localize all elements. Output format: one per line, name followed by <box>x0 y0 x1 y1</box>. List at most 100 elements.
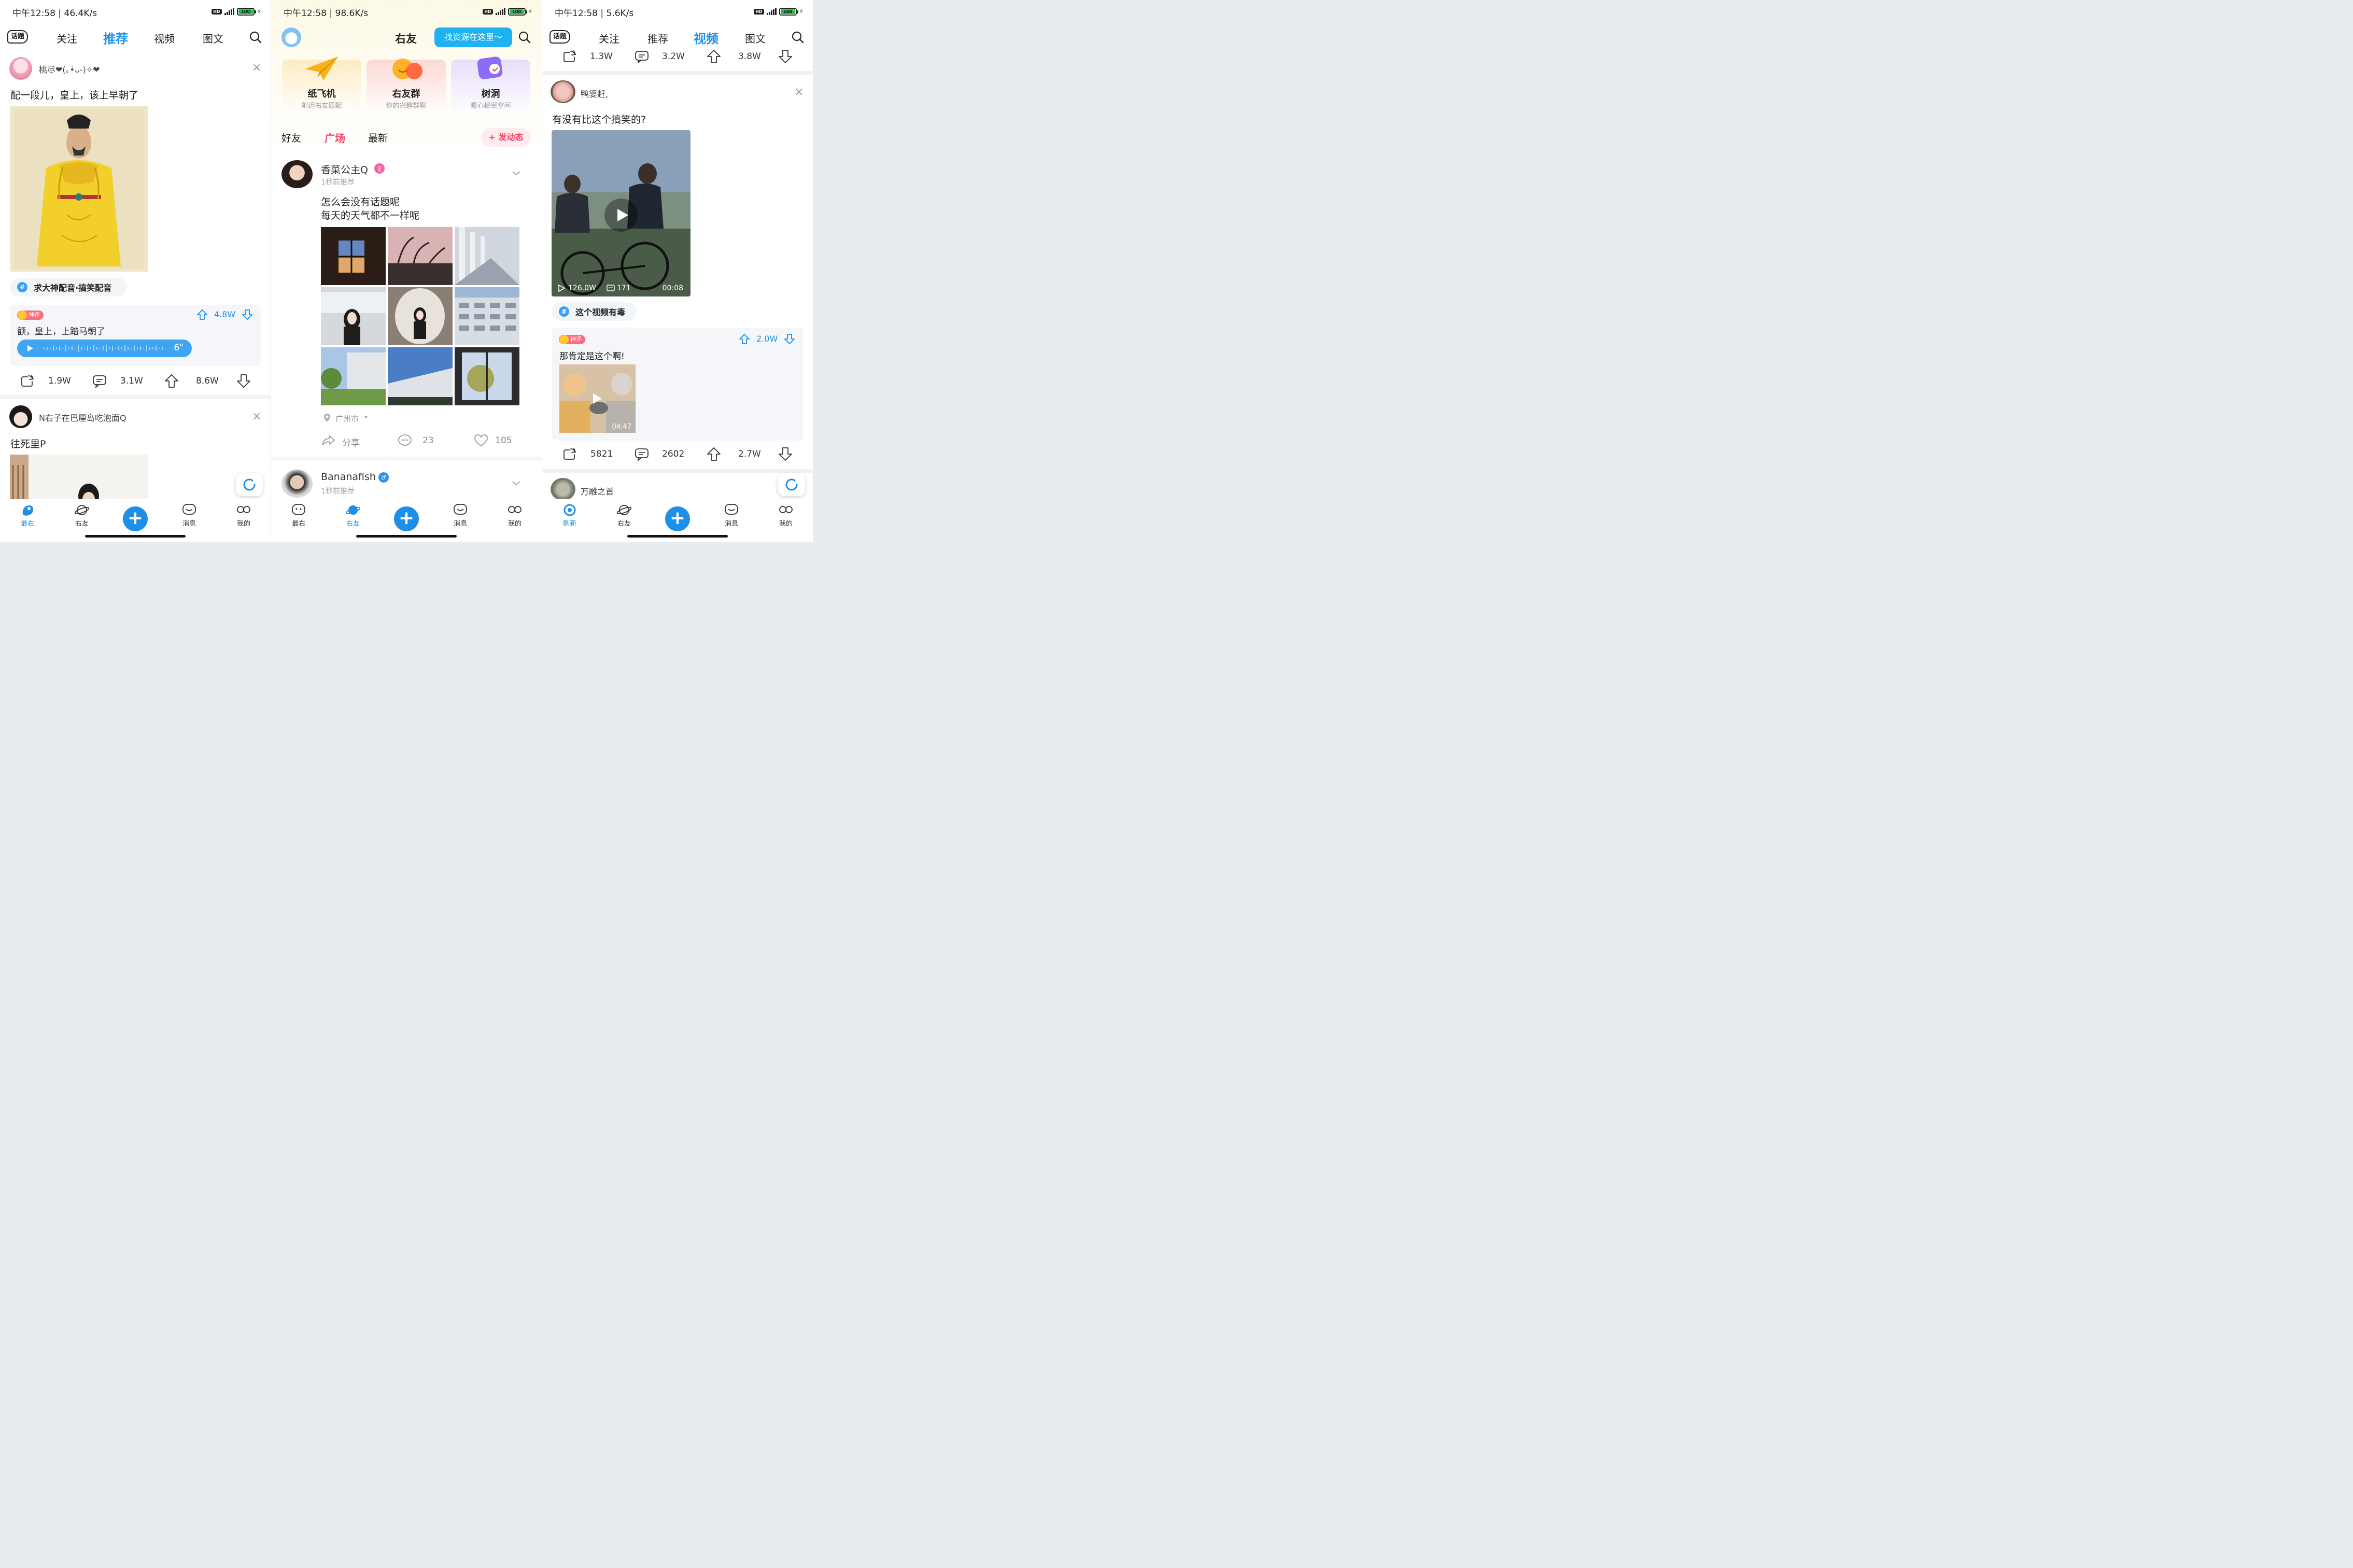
downvote-icon[interactable] <box>784 333 795 345</box>
avatar[interactable] <box>551 478 575 501</box>
add-post-button[interactable]: + <box>665 506 690 531</box>
photo-dorm-building[interactable] <box>455 287 519 345</box>
photo-tree-sunset[interactable] <box>388 227 453 285</box>
subtab-square[interactable]: 广场 <box>325 130 345 145</box>
upvote-icon[interactable] <box>707 447 721 461</box>
photo-girl-building[interactable] <box>321 287 386 345</box>
share-icon[interactable] <box>321 433 335 447</box>
nav-profile[interactable]: 我的 <box>499 503 530 528</box>
tab-recommend[interactable]: 推荐 <box>103 29 128 47</box>
find-resource-button[interactable]: 找资源在这里～ <box>434 27 512 47</box>
search-icon[interactable] <box>249 31 262 44</box>
nav-friends[interactable]: 右友 <box>337 503 369 528</box>
share-icon[interactable] <box>562 50 577 63</box>
close-icon[interactable]: × <box>794 87 804 98</box>
nav-friends[interactable]: 右友 <box>66 503 97 528</box>
card-paper-plane[interactable]: 纸飞机 附近右友匹配 <box>282 56 361 116</box>
tab-video[interactable]: 视频 <box>154 31 175 46</box>
comment-icon[interactable] <box>635 447 649 461</box>
close-icon[interactable]: × <box>252 411 261 422</box>
add-post-button[interactable]: + <box>394 506 419 531</box>
photo-building-sky[interactable] <box>388 347 453 405</box>
god-comment[interactable]: 神评 4.8W 额，皇上，上踏马朝了 6" <box>10 305 261 366</box>
topic-button[interactable]: 话题 <box>7 30 28 44</box>
share-icon[interactable] <box>562 447 577 461</box>
post-image[interactable] <box>10 455 148 502</box>
avatar[interactable] <box>281 160 313 188</box>
play-icon[interactable] <box>26 345 34 352</box>
photo-window-dusk[interactable] <box>321 227 386 285</box>
post-username[interactable]: Bananafish <box>321 471 376 483</box>
home-indicator[interactable] <box>85 535 186 538</box>
avatar[interactable] <box>9 405 32 428</box>
downvote-icon[interactable] <box>242 309 253 320</box>
card-group-chat[interactable]: 右友群 你的兴趣群聊 <box>367 59 446 116</box>
tab-imagetext[interactable]: 图文 <box>745 31 766 46</box>
share-icon[interactable] <box>20 374 35 388</box>
downvote-icon[interactable] <box>778 49 793 64</box>
tab-video[interactable]: 视频 <box>694 29 718 47</box>
close-icon[interactable]: × <box>252 62 261 74</box>
avatar[interactable] <box>9 57 32 80</box>
avatar[interactable] <box>551 80 575 103</box>
upvote-icon[interactable] <box>739 333 750 345</box>
comment-icon[interactable] <box>92 374 107 388</box>
nav-home[interactable]: 最右 <box>12 503 43 528</box>
share-label[interactable]: 分享 <box>342 435 360 448</box>
tab-imagetext[interactable]: 图文 <box>203 31 223 46</box>
nav-messages[interactable]: 消息 <box>445 503 476 528</box>
chevron-down-icon[interactable] <box>512 170 521 176</box>
god-comment-video[interactable]: 04:47 <box>559 364 636 433</box>
post-location[interactable]: 广州市 <box>335 413 359 424</box>
subtab-friends[interactable]: 好友 <box>281 131 301 145</box>
card-tree-hole[interactable]: 树洞 暖心秘密空间 <box>451 56 530 116</box>
nav-profile[interactable]: 我的 <box>770 503 801 528</box>
upvote-icon[interactable] <box>164 374 179 388</box>
upvote-icon[interactable] <box>707 49 721 64</box>
voice-message-player[interactable]: 6" <box>17 340 192 357</box>
topic-button[interactable]: 话题 <box>549 30 570 44</box>
nav-profile[interactable]: 我的 <box>228 503 259 528</box>
play-button[interactable] <box>604 199 638 232</box>
post-username[interactable]: 香菜公主Q <box>321 162 368 176</box>
chevron-down-icon[interactable] <box>512 480 521 486</box>
nav-messages[interactable]: 消息 <box>174 503 205 528</box>
upvote-icon[interactable] <box>196 309 208 320</box>
search-icon[interactable] <box>518 31 531 44</box>
downvote-icon[interactable] <box>778 447 793 461</box>
post-username[interactable]: N右子在巴厘岛吃泡面Q <box>39 411 126 423</box>
photo-mirror-selfie[interactable] <box>388 287 453 345</box>
refresh-button[interactable] <box>236 473 263 496</box>
topic-tag[interactable]: # 求大神配音·搞笑配音 <box>10 278 127 296</box>
photo-courtyard[interactable] <box>321 347 386 405</box>
post-dynamic-button[interactable]: + 发动态 <box>481 128 531 147</box>
photo-window-tree[interactable] <box>455 347 519 405</box>
emperor-portrait-image[interactable] <box>10 106 148 272</box>
heart-icon[interactable] <box>474 434 488 447</box>
refresh-button[interactable] <box>778 473 805 496</box>
nav-messages[interactable]: 消息 <box>716 503 747 528</box>
my-avatar[interactable] <box>281 27 301 47</box>
subtab-latest[interactable]: 最新 <box>368 131 388 145</box>
comment-icon[interactable] <box>635 50 649 63</box>
photo-corridor[interactable] <box>455 227 519 285</box>
nav-home[interactable]: 最右 <box>283 503 314 528</box>
nav-refresh[interactable]: 刷新 <box>554 503 585 528</box>
tab-follow[interactable]: 关注 <box>599 31 619 46</box>
downvote-icon[interactable] <box>236 374 251 388</box>
search-icon[interactable] <box>792 31 804 44</box>
post-username[interactable]: 鸭婆赶, <box>581 87 608 100</box>
home-indicator[interactable] <box>356 535 457 538</box>
nav-friends[interactable]: 右友 <box>609 503 640 528</box>
post-username[interactable]: 万雕之首 <box>581 485 614 497</box>
avatar[interactable] <box>281 470 313 498</box>
home-indicator[interactable] <box>627 535 728 538</box>
tab-follow[interactable]: 关注 <box>57 31 77 46</box>
video-player[interactable]: 126.0W 171 00:08 <box>552 130 691 296</box>
god-comment[interactable]: 神评 2.0W 那肯定是这个啊! 04:47 <box>552 328 803 441</box>
post-username[interactable]: 桃尽❤(｡•̀ᴗ-)✧❤ <box>39 63 100 75</box>
topic-tag[interactable]: # 这个视频有毒 <box>552 302 637 321</box>
add-post-button[interactable]: + <box>123 506 148 531</box>
comment-icon[interactable] <box>398 433 412 447</box>
tab-recommend[interactable]: 推荐 <box>647 31 668 46</box>
